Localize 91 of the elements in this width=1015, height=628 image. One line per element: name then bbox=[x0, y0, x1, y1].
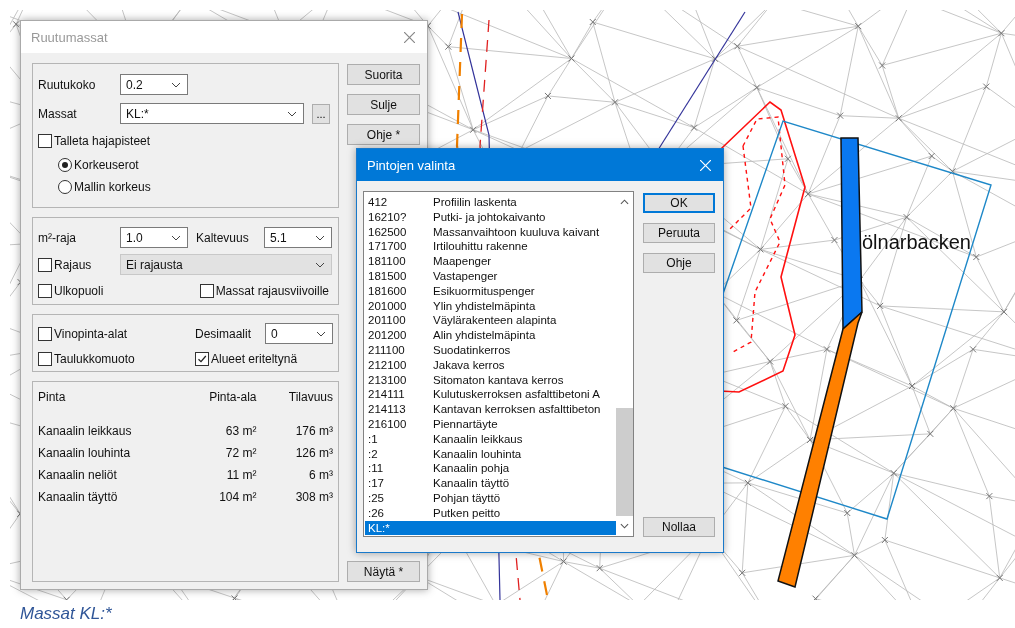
dialog-button[interactable]: Ohje * bbox=[347, 124, 420, 145]
field-label: Ruutukoko bbox=[38, 77, 97, 92]
dropdown[interactable]: 0 bbox=[265, 323, 333, 344]
column-header: Tilavuus bbox=[287, 390, 333, 404]
list-item[interactable]: :26 Putken peitto bbox=[365, 505, 616, 521]
list-item[interactable]: :11 Kanaalin pohja bbox=[365, 461, 616, 477]
list-item[interactable]: :17 Kanaalin täyttö bbox=[365, 476, 616, 491]
list-item[interactable]: 181500 Vastapenger bbox=[365, 269, 616, 284]
list-item[interactable]: 171700 Irtilouhittu rakenne bbox=[365, 239, 616, 255]
radio-button[interactable] bbox=[58, 180, 72, 194]
place-label: ölnarbacken bbox=[862, 231, 971, 253]
list-item[interactable]: :2 Kanaalin louhinta bbox=[365, 446, 616, 462]
table-cell-text: 72 m² bbox=[224, 446, 257, 460]
table-cell-text: Kanaalin leikkaus bbox=[38, 424, 133, 438]
chevron-icon bbox=[315, 261, 325, 268]
dialog-button[interactable]: Suorita bbox=[347, 64, 420, 85]
show-button[interactable]: Näytä * bbox=[347, 561, 420, 582]
checkbox-label[interactable]: Talleta hajapisteet bbox=[54, 134, 151, 148]
checkbox[interactable] bbox=[38, 351, 52, 366]
list-item[interactable]: 214111 Kulutuskerroksen asfalttibetoni A bbox=[365, 387, 616, 403]
dialog-button[interactable]: Sulje bbox=[347, 94, 420, 115]
close-icon[interactable] bbox=[404, 31, 415, 43]
radio-label[interactable]: Mallin korkeus bbox=[74, 180, 151, 194]
chevron-icon bbox=[171, 234, 181, 241]
checkbox-label[interactable]: Ulkopuoli bbox=[54, 284, 104, 299]
list-box[interactable] bbox=[363, 191, 634, 537]
dialog-button[interactable]: Peruuta bbox=[643, 223, 715, 243]
browse-button[interactable]: ... bbox=[312, 103, 330, 124]
list-item[interactable]: 214113 Kantavan kerroksen asfalttibeton bbox=[365, 402, 616, 417]
list-item[interactable]: 181100 Maapenger bbox=[365, 254, 616, 269]
list-item[interactable]: 16210? Putki- ja johtokaivanto bbox=[365, 209, 616, 225]
chevron-icon bbox=[171, 81, 181, 88]
checkbox[interactable] bbox=[38, 326, 52, 341]
dropdown[interactable]: 1.0 bbox=[120, 227, 188, 249]
list-item[interactable]: :25 Pohjan täyttö bbox=[365, 490, 616, 506]
table-cell-text: 104 m² bbox=[218, 490, 257, 504]
dropdown[interactable]: 0.2 bbox=[120, 74, 188, 95]
checkbox-label[interactable]: Massat rajausviivoille bbox=[215, 284, 329, 299]
scroll-up-icon[interactable] bbox=[620, 199, 629, 205]
radio-label[interactable]: Korkeuserot bbox=[74, 158, 139, 172]
window-title: Ruutumassat bbox=[31, 29, 108, 45]
figure-caption: Massat KL:* bbox=[20, 604, 112, 624]
column-header: Pinta bbox=[38, 390, 67, 404]
dropdown[interactable]: 5.1 bbox=[264, 227, 332, 249]
list-item[interactable]: 412 Profiilin laskenta bbox=[365, 195, 616, 210]
check-icon bbox=[197, 353, 207, 364]
chevron-icon bbox=[316, 330, 326, 337]
list-item[interactable]: 213100 Sitomaton kantava kerros bbox=[365, 372, 616, 388]
field-label: Kaltevuus bbox=[196, 230, 250, 245]
list-item[interactable]: KL:* bbox=[365, 520, 616, 536]
checkbox[interactable] bbox=[38, 134, 52, 148]
reset-button[interactable]: Nollaa bbox=[643, 517, 715, 537]
checkbox[interactable] bbox=[199, 284, 214, 299]
chevron-icon bbox=[287, 110, 297, 117]
column-header: Pinta-ala bbox=[208, 390, 257, 404]
table-cell-text: 11 m² bbox=[225, 468, 257, 482]
checkbox[interactable] bbox=[38, 257, 52, 272]
checkbox-label[interactable]: Taulukkomuoto bbox=[54, 351, 135, 366]
window-title: Pintojen valinta bbox=[367, 157, 456, 173]
list-item[interactable]: :1 Kanaalin leikkaus bbox=[365, 431, 616, 447]
table-cell-text: Kanaalin neliöt bbox=[38, 468, 118, 482]
checkbox-label[interactable]: Rajaus bbox=[54, 257, 92, 272]
table-cell-text: 176 m³ bbox=[294, 424, 333, 438]
list-item[interactable]: 201000 Ylin yhdistelmäpinta bbox=[365, 298, 616, 314]
checkbox[interactable] bbox=[195, 351, 209, 366]
table-cell-text: 6 m³ bbox=[308, 468, 333, 482]
list-item[interactable]: 212100 Jakava kerros bbox=[365, 357, 616, 373]
list-item[interactable]: 162500 Massanvaihtoon kuuluva kaivant bbox=[365, 224, 616, 240]
table-cell-text: 126 m³ bbox=[294, 446, 333, 460]
checkbox-label[interactable]: Alueet eriteltynä bbox=[211, 351, 298, 366]
checkbox[interactable] bbox=[38, 284, 52, 299]
dialog-button[interactable]: OK bbox=[643, 193, 715, 213]
checkbox-label[interactable]: Vinopinta-alat bbox=[54, 326, 128, 341]
dropdown[interactable]: KL:* bbox=[120, 103, 304, 124]
radio-button[interactable] bbox=[58, 158, 72, 172]
field-label: Desimaalit bbox=[195, 326, 252, 341]
list-item[interactable]: 181600 Esikuormituspenger bbox=[365, 283, 616, 299]
dialog-button[interactable]: Ohje bbox=[643, 253, 715, 273]
table-cell-text: 308 m³ bbox=[294, 490, 333, 504]
table-cell-text: Kanaalin louhinta bbox=[38, 446, 132, 460]
list-item[interactable]: 201200 Alin yhdistelmäpinta bbox=[365, 328, 616, 343]
table-cell-text: Kanaalin täyttö bbox=[38, 490, 119, 504]
field-label: Massat bbox=[38, 106, 78, 121]
list-item[interactable]: 211100 Suodatinkerros bbox=[365, 342, 616, 358]
scroll-down-icon[interactable] bbox=[620, 523, 629, 529]
table-cell-text: 63 m² bbox=[224, 424, 257, 438]
scrollbar-thumb[interactable] bbox=[616, 408, 633, 516]
chevron-icon bbox=[315, 234, 325, 241]
list-item[interactable]: 216100 Piennartäyte bbox=[365, 416, 616, 432]
field-label: m²-raja bbox=[38, 230, 77, 245]
list-item[interactable]: 201100 Väylärakenteen alapinta bbox=[365, 313, 616, 329]
